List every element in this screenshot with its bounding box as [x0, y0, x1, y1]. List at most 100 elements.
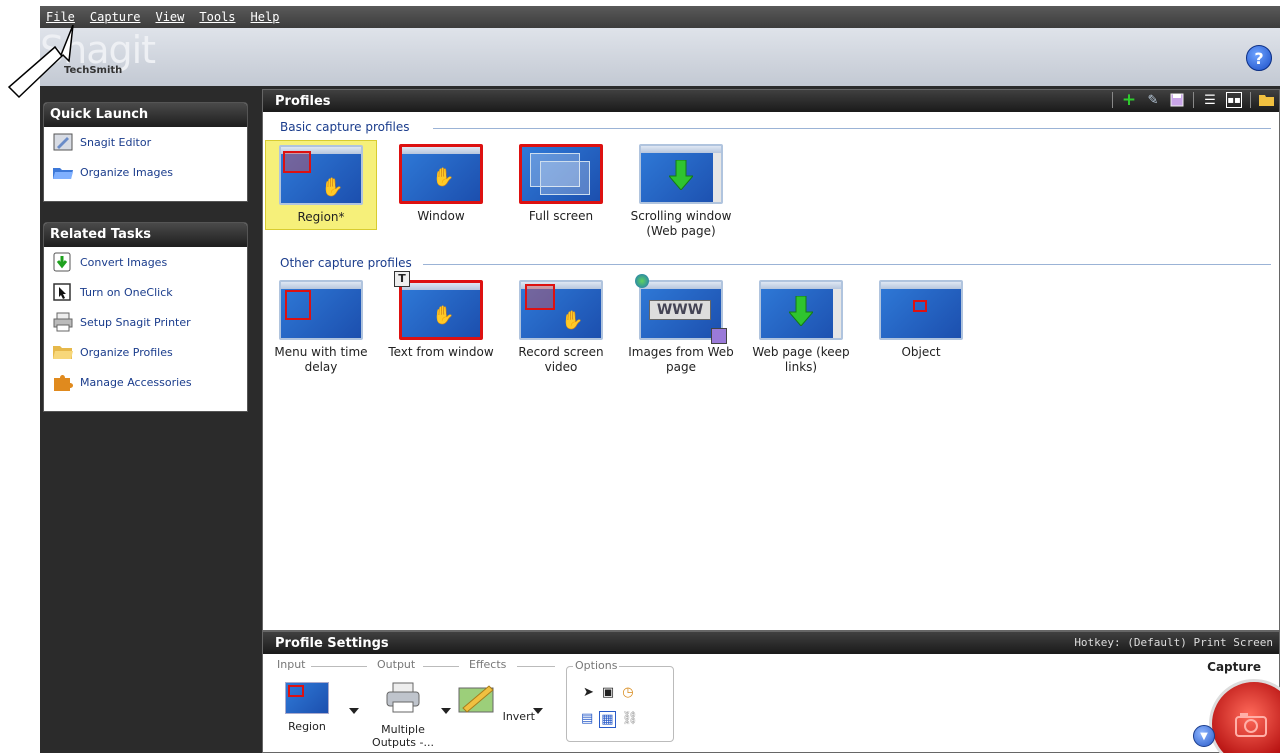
profile-wizard-icon[interactable]: ✎: [1145, 92, 1161, 108]
folder-images-icon: [53, 168, 73, 179]
output-selector[interactable]: Multiple Outputs -...: [363, 682, 443, 749]
profile-label: Text from window: [388, 345, 494, 359]
open-folder-icon[interactable]: [1259, 92, 1275, 108]
editor-icon: [53, 133, 73, 151]
profile-label: Menu with time delay: [274, 345, 368, 374]
effects-selector[interactable]: Invert: [455, 682, 535, 723]
quick-launch-organize-images[interactable]: Organize Images: [44, 157, 247, 187]
list-view-icon[interactable]: ☰: [1202, 92, 1218, 108]
menu-tools[interactable]: Tools: [199, 10, 235, 24]
task-manage-accessories[interactable]: Manage Accessories: [44, 367, 247, 397]
window-thumbnail: ✋: [399, 144, 483, 204]
profile-menu-time-delay[interactable]: Menu with time delay: [265, 276, 377, 375]
effects-value: Invert: [502, 710, 535, 723]
down-arrow-icon: [669, 160, 693, 190]
profiles-header: Profiles + ✎ ☰ ▪▪: [263, 90, 1279, 112]
profile-region[interactable]: ✋ Region*: [265, 140, 377, 230]
task-label: Convert Images: [80, 255, 168, 269]
camera-icon: [1235, 713, 1267, 737]
section-divider: [423, 264, 1271, 265]
profile-record-screen-video[interactable]: ✋ Record screen video: [505, 276, 617, 375]
add-profile-icon[interactable]: +: [1121, 90, 1137, 110]
task-label: Setup Snagit Printer: [80, 315, 191, 329]
profile-label: Record screen video: [518, 345, 604, 374]
input-dropdown-icon[interactable]: [349, 708, 359, 714]
task-setup-snagit-printer[interactable]: Setup Snagit Printer: [44, 307, 247, 337]
input-value: Region: [288, 720, 326, 733]
folder-icon: [53, 346, 73, 359]
task-label: Manage Accessories: [80, 375, 192, 389]
menu-delay-thumbnail: [279, 280, 363, 340]
task-turn-on-oneclick[interactable]: Turn on OneClick: [44, 277, 247, 307]
toolbar-divider: [1250, 92, 1251, 108]
profile-label: Images from Web page: [628, 345, 734, 374]
header-band: Snagit TechSmith ?: [40, 28, 1280, 86]
hotkey-text: Hotkey: (Default) Print Screen: [1074, 636, 1273, 649]
profile-label: Object: [901, 345, 941, 359]
profile-label: Scrolling window (Web page): [630, 209, 732, 238]
profile-web-page-keep-links[interactable]: Web page (keep links): [745, 276, 857, 375]
basic-profiles-label: Basic capture profiles: [280, 120, 414, 134]
oneclick-icon: [53, 283, 71, 301]
capture-mode-dropdown-icon[interactable]: ▼: [1193, 725, 1215, 747]
profiles-pane: Profiles + ✎ ☰ ▪▪ Basic capture profiles…: [262, 89, 1280, 631]
task-convert-images[interactable]: Convert Images: [44, 247, 247, 277]
quick-launch-label: Organize Images: [80, 165, 173, 179]
profile-settings-header: Profile Settings Hotkey: (Default) Print…: [263, 632, 1279, 654]
profile-window[interactable]: ✋ Window: [385, 140, 497, 224]
down-arrow-icon: [789, 296, 813, 326]
profile-scrolling-window[interactable]: Scrolling window (Web page): [625, 140, 737, 239]
options-group: ➤ ▣ ◷ ▤ ▦ ⛓: [566, 666, 674, 742]
quick-launch-panel: Quick Launch Snagit Editor Organize Imag…: [43, 102, 248, 202]
output-value: Multiple Outputs -...: [372, 723, 434, 749]
profiles-toolbar: + ✎ ☰ ▪▪: [1112, 90, 1275, 110]
profile-label: Full screen: [528, 209, 594, 223]
menu-file[interactable]: File: [46, 10, 75, 24]
toolbar-divider: [1193, 92, 1194, 108]
help-icon[interactable]: ?: [1246, 45, 1272, 71]
region-input-icon: [285, 682, 329, 714]
annotation-arrow-icon: [7, 25, 74, 99]
menu-capture[interactable]: Capture: [90, 10, 141, 24]
timer-option-icon[interactable]: ◷: [622, 685, 633, 700]
quick-launch-label: Snagit Editor: [80, 135, 152, 149]
web-page-thumbnail: [759, 280, 843, 340]
menu-view[interactable]: View: [155, 10, 184, 24]
profile-object[interactable]: Object: [865, 276, 977, 360]
options-group-label: Options: [573, 659, 620, 672]
multiple-areas-option-icon[interactable]: ▤: [581, 711, 593, 728]
profile-full-screen[interactable]: Full screen: [505, 140, 617, 224]
options-row-2: ▤ ▦ ⛓: [581, 711, 638, 728]
profile-label: Window: [417, 209, 465, 223]
profile-text-from-window[interactable]: T ✋ Text from window: [385, 271, 497, 360]
capture-label: Capture: [1207, 660, 1261, 674]
profile-images-from-web[interactable]: WWW Images from Web page: [625, 274, 737, 375]
text-window-thumbnail: T ✋: [394, 271, 483, 340]
effects-dropdown-icon[interactable]: [533, 708, 543, 714]
output-dropdown-icon[interactable]: [441, 708, 451, 714]
input-selector[interactable]: Region: [267, 682, 347, 733]
profile-settings-pane: Profile Settings Hotkey: (Default) Print…: [262, 631, 1280, 753]
quick-launch-title: Quick Launch: [44, 103, 247, 127]
fullscreen-option-icon[interactable]: ▦: [599, 711, 616, 728]
region-thumbnail: ✋: [279, 145, 363, 205]
input-group-label: Input: [277, 658, 306, 671]
menu-help[interactable]: Help: [251, 10, 280, 24]
convert-icon: [53, 252, 71, 272]
task-label: Organize Profiles: [80, 345, 173, 359]
preview-option-icon[interactable]: ▣: [602, 685, 614, 700]
cursor-option-icon[interactable]: ➤: [583, 685, 594, 700]
capture-button[interactable]: [1209, 679, 1280, 753]
save-icon[interactable]: [1169, 92, 1185, 108]
printer-icon: [53, 312, 73, 332]
link-option-icon[interactable]: ⛓: [622, 711, 639, 728]
options-row-1: ➤ ▣ ◷: [583, 685, 634, 700]
full-screen-thumbnail: [519, 144, 603, 204]
tile-view-icon[interactable]: ▪▪: [1226, 92, 1242, 108]
profile-settings-title: Profile Settings: [275, 635, 389, 651]
quick-launch-snagit-editor[interactable]: Snagit Editor: [44, 127, 247, 157]
snagit-window: File Capture View Tools Help Snagit Tech…: [40, 6, 1280, 753]
section-divider: [433, 128, 1271, 129]
task-organize-profiles[interactable]: Organize Profiles: [44, 337, 247, 367]
puzzle-icon: [54, 375, 73, 391]
